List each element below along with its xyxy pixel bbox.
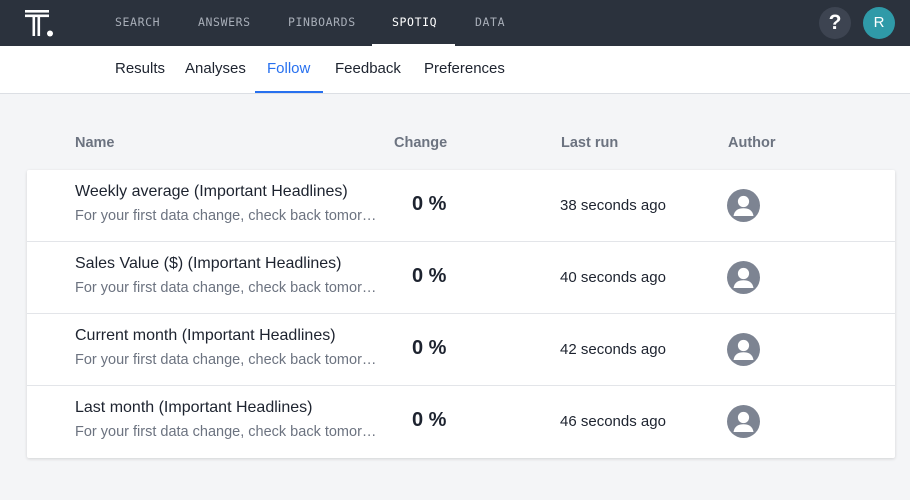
user-avatar-icon	[727, 261, 760, 294]
row-title[interactable]: Weekly average (Important Headlines)	[75, 183, 348, 201]
row-subtitle: For your first data change, check back t…	[75, 352, 377, 368]
followed-analyses-list: Weekly average (Important Headlines) For…	[27, 170, 895, 458]
row-title[interactable]: Last month (Important Headlines)	[75, 399, 312, 417]
row-change-value: 0 %	[412, 337, 447, 359]
nav-item-spotiq[interactable]: SPOTIQ	[392, 0, 437, 46]
column-header-name[interactable]: Name	[75, 135, 115, 151]
column-header-change[interactable]: Change	[394, 135, 447, 151]
row-last-run: 38 seconds ago	[560, 197, 666, 214]
nav-item-search[interactable]: SEARCH	[115, 0, 160, 46]
tab-feedback[interactable]: Feedback	[335, 46, 401, 93]
row-subtitle: For your first data change, check back t…	[75, 208, 377, 224]
tab-active-indicator	[255, 91, 323, 93]
tab-follow[interactable]: Follow	[267, 46, 310, 93]
column-header-last-run[interactable]: Last run	[561, 135, 618, 151]
user-avatar-icon	[727, 333, 760, 366]
row-change-value: 0 %	[412, 193, 447, 215]
nav-item-data[interactable]: DATA	[475, 0, 505, 46]
row-subtitle: For your first data change, check back t…	[75, 424, 377, 440]
column-header-author[interactable]: Author	[728, 135, 776, 151]
spotiq-tab-bar: Results Analyses Follow Feedback Prefere…	[0, 46, 910, 94]
tab-preferences[interactable]: Preferences	[424, 46, 505, 93]
row-change-value: 0 %	[412, 409, 447, 431]
table-row[interactable]: Sales Value ($) (Important Headlines) Fo…	[27, 242, 895, 314]
tab-analyses[interactable]: Analyses	[185, 46, 246, 93]
user-avatar-icon	[727, 405, 760, 438]
table-row[interactable]: Current month (Important Headlines) For …	[27, 314, 895, 386]
nav-item-pinboards[interactable]: PINBOARDS	[288, 0, 356, 46]
thoughtspot-logo-icon[interactable]	[25, 8, 55, 38]
row-last-run: 46 seconds ago	[560, 413, 666, 430]
help-button[interactable]: ?	[819, 7, 851, 39]
row-subtitle: For your first data change, check back t…	[75, 280, 377, 296]
row-last-run: 42 seconds ago	[560, 341, 666, 358]
user-avatar-icon	[727, 189, 760, 222]
table-row[interactable]: Weekly average (Important Headlines) For…	[27, 170, 895, 242]
row-title[interactable]: Sales Value ($) (Important Headlines)	[75, 255, 342, 273]
row-title[interactable]: Current month (Important Headlines)	[75, 327, 336, 345]
user-avatar-button[interactable]: R	[863, 7, 895, 39]
row-change-value: 0 %	[412, 265, 447, 287]
nav-item-answers[interactable]: ANSWERS	[198, 0, 251, 46]
top-navigation-bar: SEARCH ANSWERS PINBOARDS SPOTIQ DATA ? R	[0, 0, 910, 46]
row-last-run: 40 seconds ago	[560, 269, 666, 286]
tab-results[interactable]: Results	[115, 46, 165, 93]
table-row[interactable]: Last month (Important Headlines) For you…	[27, 386, 895, 458]
